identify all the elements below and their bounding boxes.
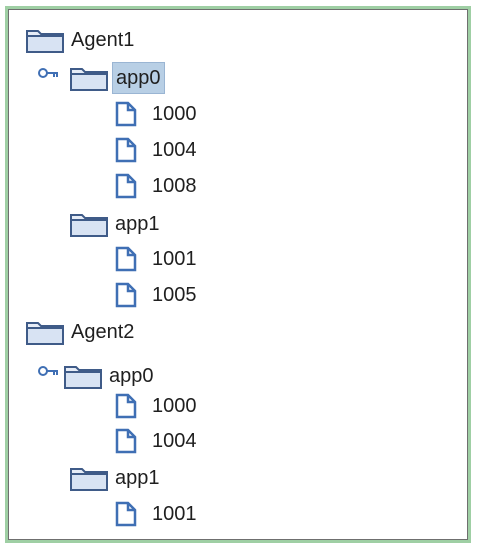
tree-node-label: app1: [115, 467, 160, 489]
file-icon: [115, 137, 137, 163]
tree-node-file-1001[interactable]: 1001: [113, 497, 200, 531]
folder-icon: [70, 68, 108, 91]
tree-node-label: 1001: [152, 503, 197, 525]
folder-icon: [70, 214, 108, 237]
folder-icon: [26, 30, 64, 53]
file-icon: [115, 501, 137, 527]
tree-panel: Agent1 app0 1000 1004 1008 app1 1001 100…: [5, 6, 471, 543]
tree-node-file-1001[interactable]: 1001: [113, 242, 200, 276]
tree-node-label-selected: app0: [112, 62, 165, 94]
tree-node-label: app1: [115, 213, 160, 235]
tree-node-agent1[interactable]: Agent1: [26, 23, 137, 57]
file-icon: [115, 246, 137, 272]
tree-node-file-1000[interactable]: 1000: [113, 97, 200, 131]
file-icon: [115, 428, 137, 454]
tree-node-label: 1008: [152, 175, 197, 197]
file-icon: [115, 282, 137, 308]
folder-icon: [64, 366, 102, 389]
tree-node-file-1004[interactable]: 1004: [113, 424, 200, 458]
tree-node-label: 1004: [152, 139, 197, 161]
file-icon: [115, 101, 137, 127]
tree-node-label: 1000: [152, 395, 197, 417]
tree-node-app1[interactable]: app1: [70, 461, 163, 495]
tree-node-label: app0: [109, 365, 154, 387]
tree-node-app0[interactable]: app0: [64, 359, 157, 393]
tree-node-file-1005[interactable]: 1005: [113, 278, 200, 312]
tree-node-agent2[interactable]: Agent2: [26, 315, 137, 349]
tree-node-file-1004[interactable]: 1004: [113, 133, 200, 167]
file-icon: [115, 173, 137, 199]
folder-icon: [70, 468, 108, 491]
tree-node-label: Agent2: [71, 321, 135, 343]
tree-node-label: 1001: [152, 248, 197, 270]
tree-node-label: 1000: [152, 103, 197, 125]
tree-node-label: Agent1: [71, 29, 135, 51]
key-handle-icon[interactable]: [38, 365, 60, 377]
tree-node-app0[interactable]: app0: [70, 61, 165, 95]
tree-node-label: 1005: [152, 284, 197, 306]
file-icon: [115, 393, 137, 419]
tree-node-file-1008[interactable]: 1008: [113, 169, 200, 203]
folder-icon: [26, 322, 64, 345]
tree-node-file-1000[interactable]: 1000: [113, 389, 200, 423]
key-handle-icon[interactable]: [38, 67, 60, 79]
tree-node-label: 1004: [152, 430, 197, 452]
tree-node-app1[interactable]: app1: [70, 207, 163, 241]
